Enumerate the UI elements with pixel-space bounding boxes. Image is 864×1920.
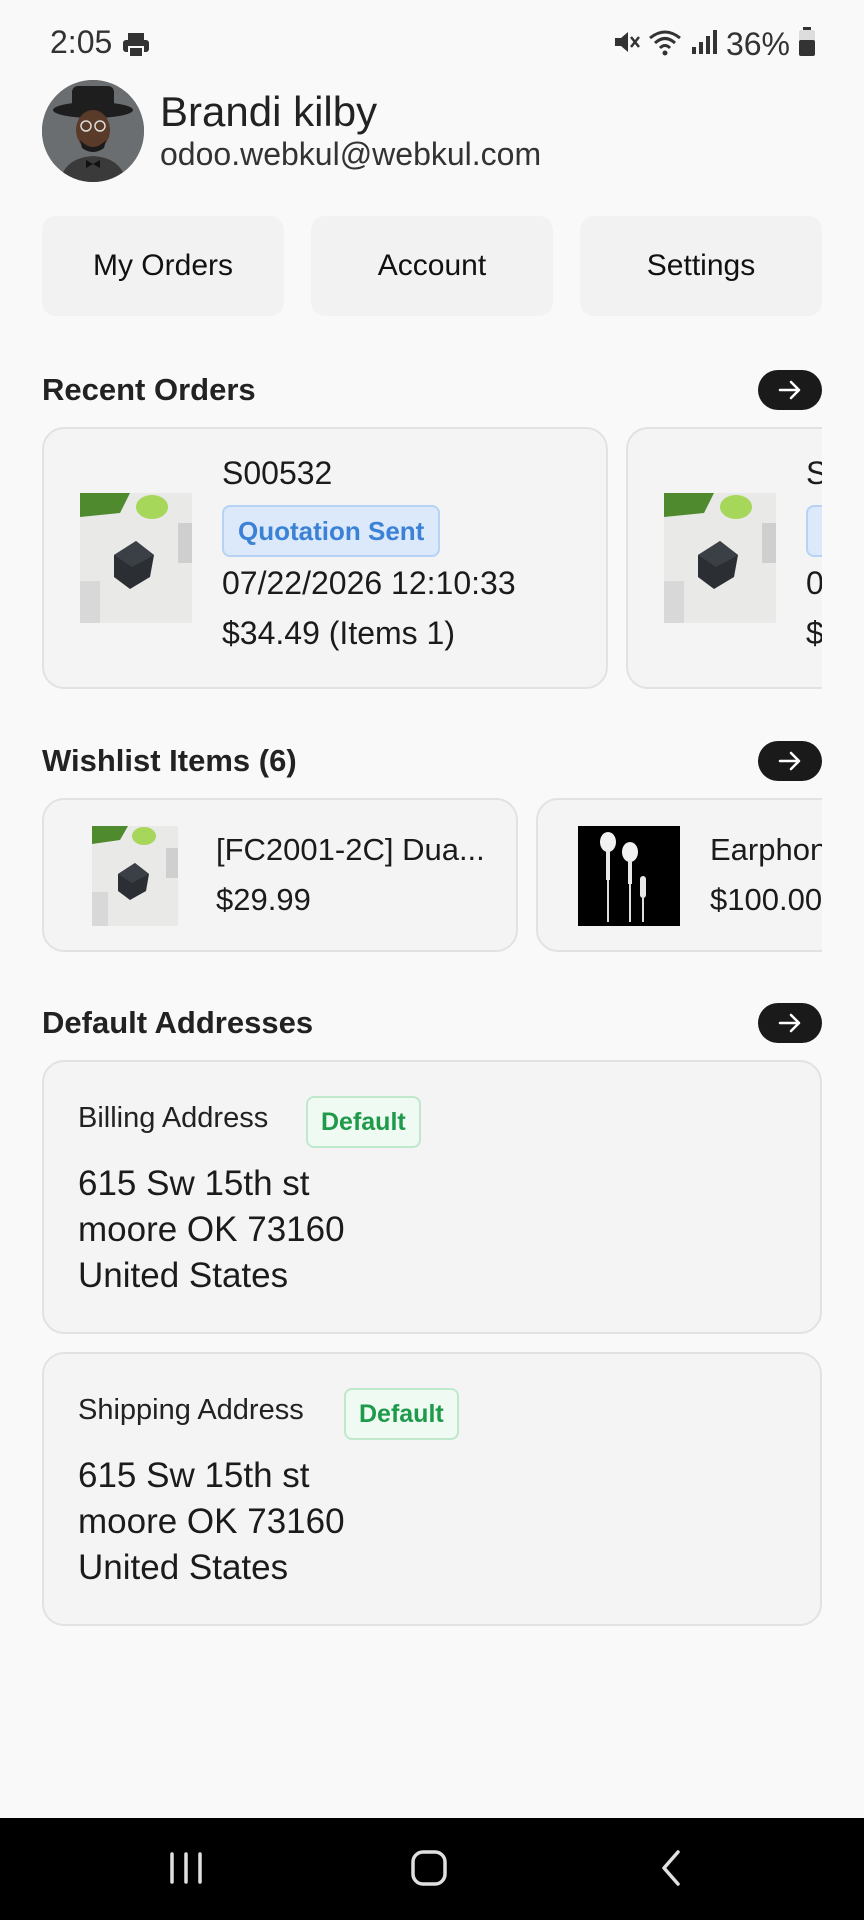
address-line-1: 615 Sw 15th st (78, 1456, 310, 1495)
order-card[interactable]: S00532 Quotation Sent 07/22/2026 12:10:3… (42, 427, 608, 689)
wishlist-item-price: $29.99 (216, 882, 311, 917)
address-line-1: 615 Sw 15th st (78, 1164, 310, 1203)
wishlist-item[interactable]: Earphones $100.00 (536, 798, 822, 952)
product-thumbnail (578, 826, 680, 926)
recent-orders-list[interactable]: S00532 Quotation Sent 07/22/2026 12:10:3… (0, 427, 822, 691)
back-button[interactable] (658, 1848, 686, 1893)
recent-apps-button[interactable] (168, 1848, 204, 1893)
billing-address-card[interactable]: Billing Address Default 615 Sw 15th st m… (42, 1060, 822, 1334)
mute-icon (612, 28, 640, 61)
wishlist-item-name: [FC2001-2C] Dua... (216, 832, 485, 867)
order-number: S00532 (222, 455, 333, 491)
tab-settings[interactable]: Settings (580, 216, 822, 316)
signal-icon (690, 28, 718, 61)
address-country: United States (78, 1548, 289, 1587)
default-badge: Default (344, 1388, 459, 1440)
product-thumbnail (92, 826, 178, 926)
wishlist-title: Wishlist Items (6) (42, 743, 297, 778)
profile-email: odoo.webkul@webkul.com (160, 136, 542, 172)
wishlist-item-price: $100.00 (710, 882, 822, 917)
home-button[interactable] (410, 1848, 448, 1893)
arrow-right-icon (778, 751, 801, 771)
system-nav-bar (0, 1818, 864, 1920)
tab-account[interactable]: Account (311, 216, 553, 316)
product-thumbnail (664, 493, 776, 623)
recent-apps-icon (170, 1852, 202, 1884)
profile-header: Brandi kilby odoo.webkul@webkul.com (42, 80, 822, 182)
address-line-2: moore OK 73160 (78, 1210, 345, 1249)
home-icon (411, 1850, 447, 1886)
order-card[interactable]: S Q 0 $ (626, 427, 822, 689)
avatar[interactable] (42, 80, 144, 182)
address-country: United States (78, 1256, 289, 1295)
wishlist-item[interactable]: [FC2001-2C] Dua... $29.99 (42, 798, 518, 952)
order-status-badge: Quotation Sent (222, 505, 441, 557)
order-total: $34.49 (Items 1) (222, 615, 455, 651)
tab-my-orders[interactable]: My Orders (42, 216, 284, 316)
wishlist-item-name: Earphones (710, 832, 822, 867)
back-icon (662, 1850, 680, 1886)
billing-address-title: Billing Address (78, 1102, 269, 1134)
battery-percent: 36% (725, 25, 790, 62)
product-thumbnail (80, 493, 192, 623)
order-date: 0 (806, 565, 822, 601)
wifi-icon (648, 28, 682, 61)
addresses-more-button[interactable] (758, 1003, 822, 1043)
status-time: 2:05 (50, 24, 113, 60)
status-bar: 2:05 36% (0, 0, 864, 90)
address-line-2: moore OK 73160 (78, 1502, 345, 1541)
default-addresses-title: Default Addresses (42, 1005, 314, 1040)
wishlist-more-button[interactable] (758, 741, 822, 781)
order-date: 07/22/2026 12:10:33 (222, 565, 516, 601)
recent-orders-title: Recent Orders (42, 372, 256, 407)
order-total: $ (806, 615, 822, 651)
arrow-right-icon (778, 380, 801, 400)
profile-name: Brandi kilby (160, 88, 378, 135)
default-badge: Default (306, 1096, 421, 1148)
order-status-badge: Q (806, 505, 822, 557)
printer-icon (122, 32, 150, 63)
order-number: S (806, 455, 822, 491)
wishlist-list[interactable]: [FC2001-2C] Dua... $29.99 Earphones $100… (0, 798, 822, 954)
recent-orders-more-button[interactable] (758, 370, 822, 410)
shipping-address-title: Shipping Address (78, 1394, 304, 1426)
arrow-right-icon (778, 1013, 801, 1033)
shipping-address-card[interactable]: Shipping Address Default 615 Sw 15th st … (42, 1352, 822, 1626)
battery-icon (798, 26, 816, 62)
